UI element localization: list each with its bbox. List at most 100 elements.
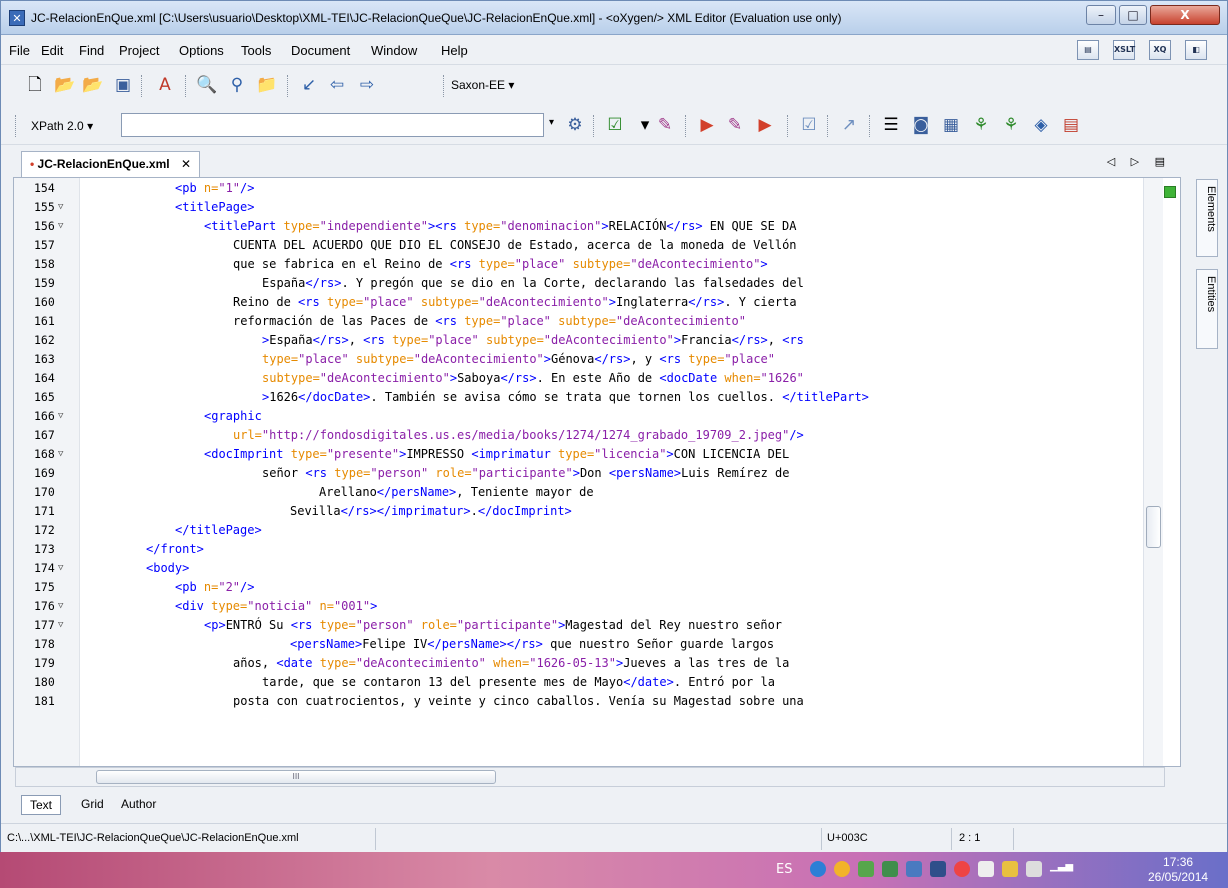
configure-validation-icon[interactable]: ✎ <box>653 114 677 136</box>
menu-find[interactable]: Find <box>79 43 104 58</box>
code-line[interactable]: que se fabrica en el Reino de <rs type="… <box>233 255 768 274</box>
signal-tray-icon[interactable]: ▁▃▅ <box>1050 861 1073 877</box>
xpath-history-dropdown[interactable]: ▾ <box>549 117 554 128</box>
elements-side-tab[interactable]: Elements <box>1196 179 1218 257</box>
menu-file[interactable]: File <box>9 43 30 58</box>
code-line[interactable]: type="place" subtype="deAcontecimiento">… <box>262 350 775 369</box>
code-line[interactable]: </titlePage> <box>175 521 262 540</box>
find-in-files-icon[interactable]: ⚲ <box>225 74 249 96</box>
pretty-print-icon[interactable]: ↗ <box>837 114 861 136</box>
code-line[interactable]: tarde, que se contaron 13 del presente m… <box>262 673 775 692</box>
xpath-input[interactable] <box>121 113 544 137</box>
code-line[interactable]: <graphic <box>204 407 262 426</box>
code-line[interactable]: >1626</docDate>. También se avisa cómo s… <box>262 388 869 407</box>
mode-grid-tab[interactable]: Grid <box>73 795 112 815</box>
code-line[interactable]: CUENTA DEL ACUERDO QUE DIO EL CONSEJO de… <box>233 236 797 255</box>
code-line[interactable]: <div type="noticia" n="001"> <box>175 597 377 616</box>
forward-arrow-icon[interactable]: ⇨ <box>355 74 379 96</box>
title-bar[interactable]: ✕ JC-RelacionEnQue.xml [C:\Users\usuario… <box>1 1 1227 35</box>
transformer-selector[interactable]: Saxon-EE ▾ <box>451 78 514 92</box>
back-arrow-icon[interactable]: ⇦ <box>325 74 349 96</box>
pdf-output-icon[interactable]: ▤ <box>1059 114 1083 136</box>
layout-view-icon[interactable]: ▤ <box>1077 40 1099 60</box>
mode-author-tab[interactable]: Author <box>113 795 164 815</box>
code-line[interactable]: Sevilla</rs></imprimatur>.</docImprint> <box>290 502 572 521</box>
open-file-icon[interactable]: 📂 <box>53 74 77 96</box>
code-line[interactable]: <titlePart type="independiente"><rs type… <box>204 217 796 236</box>
xquery-debugger-icon[interactable]: XQ <box>1149 40 1171 60</box>
xslt-debugger-icon[interactable]: XSLT <box>1113 40 1135 60</box>
code-line[interactable]: url="http://fondosdigitales.us.es/media/… <box>233 426 804 445</box>
code-line[interactable]: <titlePage> <box>175 198 254 217</box>
code-line[interactable]: <pb n="1"/> <box>175 179 255 198</box>
horizontal-scrollbar[interactable]: III <box>15 767 1165 787</box>
open-tree-icon[interactable]: ◙ <box>909 114 933 136</box>
code-line[interactable]: <docImprint type="presente">IMPRESSO <im… <box>204 445 789 464</box>
code-line[interactable]: reformación de las Paces de <rs type="pl… <box>233 312 746 331</box>
generate-schema-icon[interactable]: ▦ <box>939 114 963 136</box>
code-line[interactable]: España</rs>. Y pregón que se dio en la C… <box>262 274 804 293</box>
format-indent-icon[interactable]: A <box>153 74 177 96</box>
code-line[interactable]: posta con cuatrocientos, y veinte y cinc… <box>233 692 804 711</box>
fold-toggle-icon[interactable]: ▽ <box>58 198 63 217</box>
open-url-icon[interactable]: 📂 <box>81 74 105 96</box>
xml-text-editor[interactable]: 154 155 ▽ 156 ▽ 157 158 159 160 161 162 163 164 165 16… <box>13 177 1181 767</box>
battery-tray-icon[interactable] <box>1026 861 1042 877</box>
save-icon[interactable]: ▣ <box>111 74 135 96</box>
new-file-icon[interactable]: 🗋 <box>23 74 47 96</box>
transformation-scenarios-icon[interactable]: ▶ <box>753 114 777 136</box>
chart-tray-icon[interactable] <box>882 861 898 877</box>
vertical-scrollbar[interactable] <box>1143 178 1163 766</box>
database-perspective-icon[interactable]: ◧ <box>1185 40 1207 60</box>
update-tray-icon[interactable] <box>954 861 970 877</box>
xml-tools-icon[interactable]: ⚘ <box>969 114 993 136</box>
network-tray-icon[interactable] <box>858 861 874 877</box>
fold-toggle-icon[interactable]: ▽ <box>58 217 63 236</box>
menu-window[interactable]: Window <box>371 43 417 58</box>
entities-side-tab[interactable]: Entities <box>1196 269 1218 349</box>
toggle-comment-icon[interactable]: ☰ <box>879 114 903 136</box>
flag-tray-icon[interactable] <box>1002 861 1018 877</box>
tab-navigation[interactable]: ◁ ▷ ▤ <box>1107 155 1171 168</box>
vertical-scroll-thumb[interactable] <box>1146 506 1161 548</box>
code-line[interactable]: <body> <box>146 559 189 578</box>
code-line[interactable]: <persName>Felipe IV</persName></rs> que … <box>290 635 774 654</box>
code-area[interactable]: <pb n="1"/> <titlePage> <titlePart type="i… <box>88 178 1168 766</box>
menu-options[interactable]: Options <box>179 43 224 58</box>
schema-icon[interactable]: ◈ <box>1029 114 1053 136</box>
menu-help[interactable]: Help <box>441 43 468 58</box>
horizontal-scroll-thumb[interactable]: III <box>96 770 496 784</box>
menu-project[interactable]: Project <box>119 43 159 58</box>
code-line[interactable]: señor <rs type="person" role="participan… <box>262 464 789 483</box>
code-line[interactable]: subtype="deAcontecimiento">Saboya</rs>. … <box>262 369 804 388</box>
check-form-icon[interactable]: ☑ <box>797 114 821 136</box>
mode-text-tab[interactable]: Text <box>21 795 62 815</box>
storage-tray-icon[interactable] <box>930 861 946 877</box>
xpath-version-selector[interactable]: XPath 2.0 ▾ <box>31 119 93 133</box>
validate-icon[interactable]: ☑ <box>603 114 627 136</box>
menu-document[interactable]: Document <box>291 43 350 58</box>
fold-toggle-icon[interactable]: ▽ <box>58 445 63 464</box>
go-to-last-modification-icon[interactable]: ↙ <box>297 74 321 96</box>
validation-status-icon[interactable] <box>1164 186 1176 198</box>
code-line[interactable]: </front> <box>146 540 204 559</box>
open-folder-icon[interactable]: 📁 <box>255 74 279 96</box>
maximize-button[interactable]: □ <box>1119 5 1147 25</box>
code-line[interactable]: años, <date type="deAcontecimiento" when… <box>233 654 789 673</box>
fold-toggle-icon[interactable]: ▽ <box>58 559 63 578</box>
browser-tray-icon[interactable] <box>834 861 850 877</box>
xpath-settings-icon[interactable]: ⚙ <box>563 114 587 136</box>
code-line[interactable]: Arellano</persName>, Teniente mayor de <box>319 483 594 502</box>
search-tray-icon[interactable] <box>810 861 826 877</box>
menu-edit[interactable]: Edit <box>41 43 63 58</box>
xml-refactor-icon[interactable]: ⚘ <box>999 114 1023 136</box>
fold-toggle-icon[interactable]: ▽ <box>58 616 63 635</box>
fold-toggle-icon[interactable]: ▽ <box>58 597 63 616</box>
oxygen-app-icon[interactable]: ✕ <box>9 10 25 26</box>
app-tray-icon[interactable] <box>906 861 922 877</box>
input-language[interactable]: ES <box>776 862 792 877</box>
minimize-button[interactable]: – <box>1086 5 1116 25</box>
tab-jc-relacionenque[interactable]: • JC-RelacionEnQue.xml ✕ <box>21 151 200 177</box>
find-icon[interactable]: 🔍 <box>195 74 219 96</box>
apply-transformation-icon[interactable]: ▶ <box>695 114 719 136</box>
